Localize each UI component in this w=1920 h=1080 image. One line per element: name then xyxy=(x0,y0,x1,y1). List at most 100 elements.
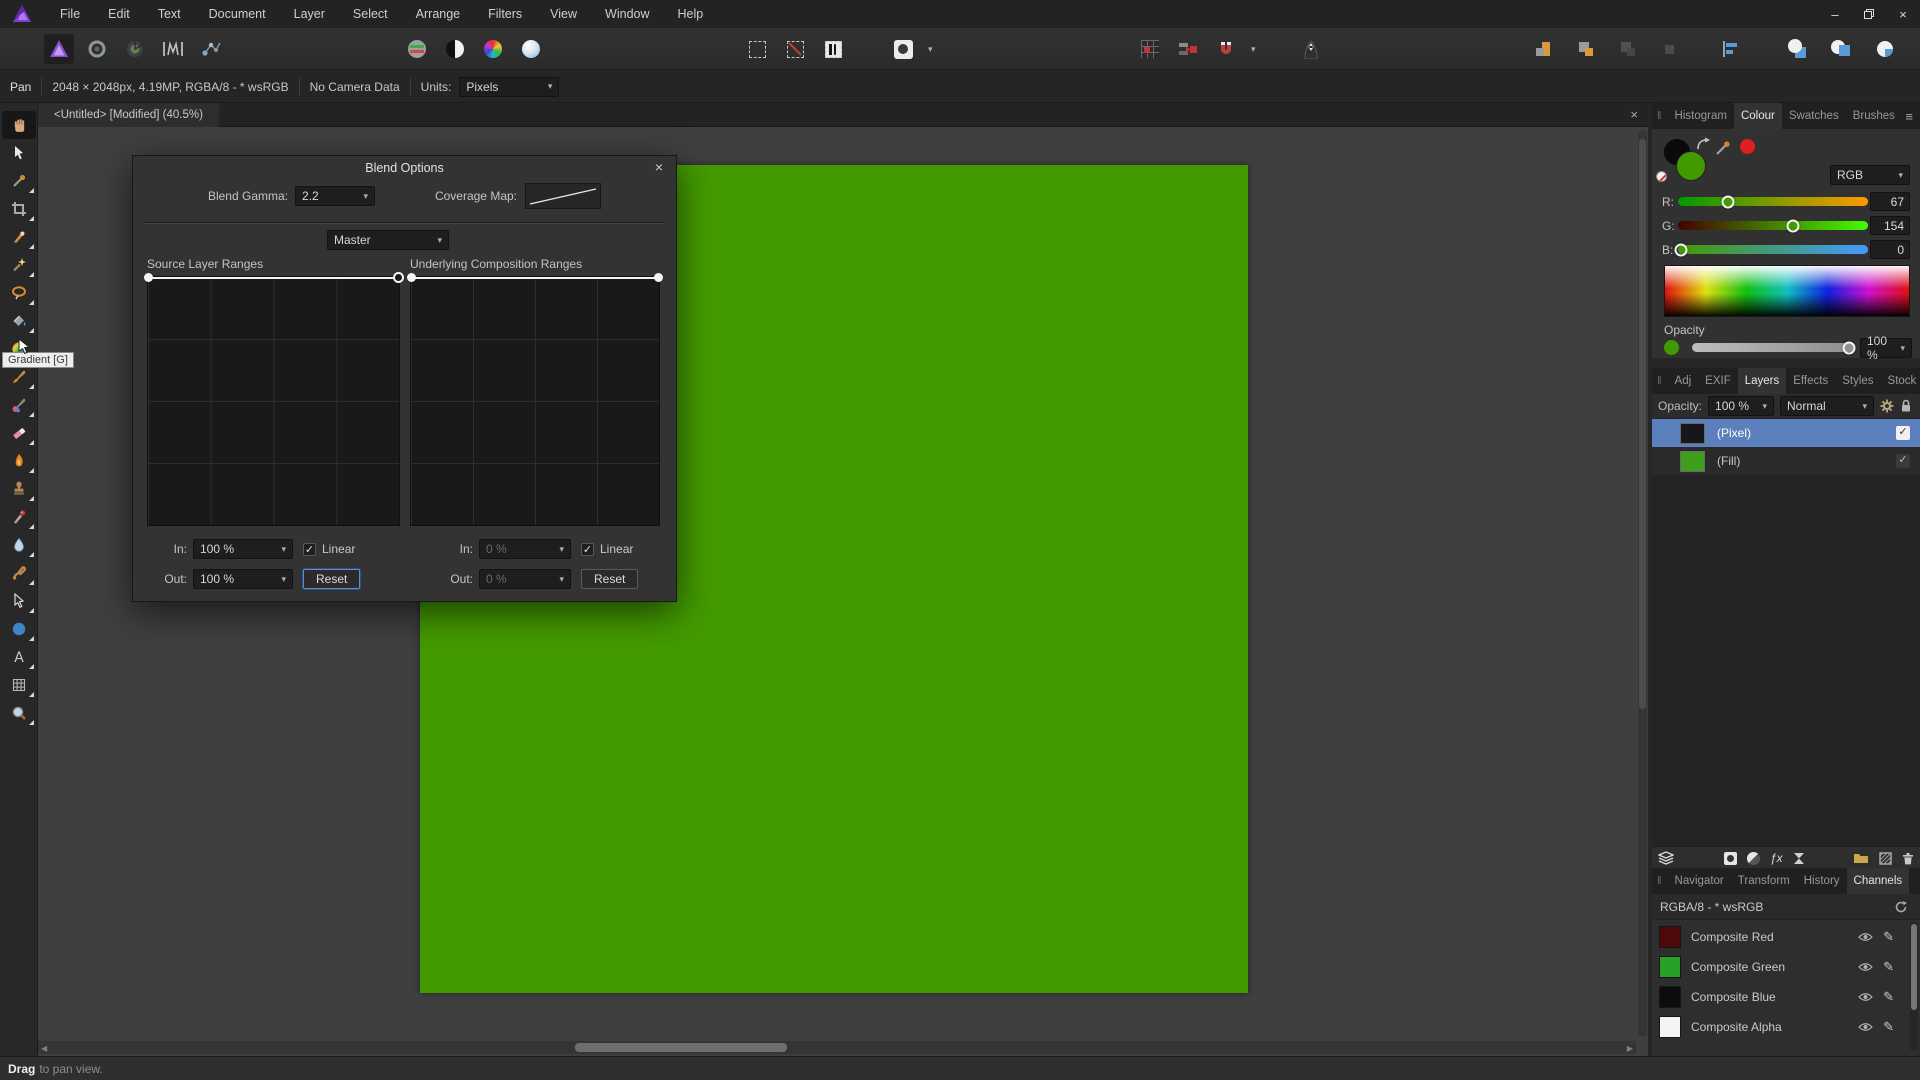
visibility-eye-icon[interactable] xyxy=(1858,932,1873,942)
tab-brushes[interactable]: Brushes xyxy=(1846,103,1902,129)
close-button[interactable]: × xyxy=(1886,0,1920,28)
channels-scrollbar[interactable] xyxy=(1910,922,1918,1050)
channel-row-red[interactable]: Composite Red ✎ xyxy=(1652,922,1920,952)
green-slider-handle[interactable] xyxy=(1786,219,1800,232)
tool-view[interactable] xyxy=(2,111,36,139)
underlying-linear-checkbox[interactable]: ✓ xyxy=(581,542,594,556)
boolean-subtract-icon[interactable] xyxy=(1826,34,1856,64)
tool-colour-picker[interactable] xyxy=(2,167,36,195)
move-to-back-icon[interactable] xyxy=(1654,34,1684,64)
panel-menu-icon[interactable]: ≡ xyxy=(1905,109,1913,124)
blend-gamma-dropdown[interactable]: 2.2 ▾ xyxy=(295,186,375,206)
tool-erase-brush[interactable] xyxy=(2,419,36,447)
menu-select[interactable]: Select xyxy=(339,0,402,28)
underlying-handle-left[interactable] xyxy=(407,273,416,282)
panel-grip-icon[interactable]: ‖ xyxy=(1657,375,1662,387)
panel-grip-icon[interactable]: ‖ xyxy=(1657,875,1662,887)
channel-row-green[interactable]: Composite Green ✎ xyxy=(1652,952,1920,982)
layer-thumbnail[interactable] xyxy=(1680,422,1705,444)
vertical-scrollbar[interactable] xyxy=(1638,131,1647,1036)
tab-transform[interactable]: Transform xyxy=(1731,868,1797,894)
underlying-out-dropdown[interactable]: 0 % ▾ xyxy=(479,569,571,589)
liquify-persona-icon[interactable] xyxy=(82,34,112,64)
panel-grip-icon[interactable]: ‖ xyxy=(1657,110,1662,122)
opacity-slider[interactable] xyxy=(1692,341,1856,354)
coverage-map-curve[interactable] xyxy=(525,183,601,209)
underlying-reset-button[interactable]: Reset xyxy=(581,569,639,589)
source-linear-checkbox[interactable]: ✓ xyxy=(303,542,316,556)
snapping-caret-icon[interactable]: ▾ xyxy=(1251,44,1256,55)
picked-colour-dot[interactable] xyxy=(1740,139,1755,154)
assistant-icon[interactable] xyxy=(1296,34,1326,64)
no-fill-icon[interactable] xyxy=(1656,171,1667,182)
tab-swatches[interactable]: Swatches xyxy=(1782,103,1846,129)
colour-mode-dropdown[interactable]: RGB ▾ xyxy=(1830,165,1910,185)
move-backward-icon[interactable] xyxy=(1612,34,1642,64)
auto-levels-icon[interactable] xyxy=(402,34,432,64)
boolean-divide-icon[interactable] xyxy=(1870,34,1900,64)
tab-effects[interactable]: Effects xyxy=(1786,368,1835,394)
red-slider[interactable] xyxy=(1678,195,1868,208)
lock-icon[interactable] xyxy=(1900,399,1912,413)
tool-flood-fill[interactable] xyxy=(2,307,36,335)
swap-colours-icon[interactable] xyxy=(1696,137,1712,151)
export-persona-icon[interactable] xyxy=(196,34,226,64)
quick-mask-icon[interactable] xyxy=(888,34,918,64)
visibility-eye-icon[interactable] xyxy=(1858,992,1873,1002)
tool-clone-stamp[interactable] xyxy=(2,475,36,503)
boolean-add-icon[interactable] xyxy=(1782,34,1812,64)
channel-dropdown[interactable]: Master ▾ xyxy=(327,230,449,250)
tool-mesh-warp[interactable] xyxy=(2,671,36,699)
layer-visibility-checkbox[interactable]: ✓ xyxy=(1896,454,1910,468)
magnet-icon[interactable] xyxy=(1211,34,1241,64)
document-tab[interactable]: <Untitled> [Modified] (40.5%) xyxy=(38,102,219,127)
menu-help[interactable]: Help xyxy=(664,0,718,28)
grid-icon[interactable] xyxy=(1135,34,1165,64)
move-forward-icon[interactable] xyxy=(1570,34,1600,64)
tool-selection-brush[interactable] xyxy=(2,223,36,251)
underlying-linear-option[interactable]: ✓ Linear xyxy=(581,542,633,556)
red-value[interactable]: 67 xyxy=(1870,192,1910,211)
primary-colour-well[interactable] xyxy=(1676,151,1706,181)
colour-picker-icon[interactable] xyxy=(1714,139,1732,157)
source-ranges-graph[interactable] xyxy=(144,272,404,526)
blue-slider[interactable] xyxy=(1674,243,1868,256)
layer-thumbnail[interactable] xyxy=(1680,450,1705,472)
source-linear-option[interactable]: ✓ Linear xyxy=(303,542,355,556)
alignment-icon[interactable] xyxy=(1716,34,1746,64)
new-group-folder-icon[interactable] xyxy=(1853,852,1869,864)
tab-exif[interactable]: EXIF xyxy=(1698,368,1738,394)
edit-pencil-icon[interactable]: ✎ xyxy=(1883,1019,1894,1035)
blue-slider-handle[interactable] xyxy=(1674,243,1688,256)
auto-white-balance-icon[interactable] xyxy=(516,34,546,64)
menu-text[interactable]: Text xyxy=(144,0,195,28)
tool-colour-replacement-brush[interactable] xyxy=(2,391,36,419)
underlying-ranges-graph[interactable] xyxy=(407,273,663,526)
minimize-button[interactable]: – xyxy=(1818,0,1852,28)
auto-colour-icon[interactable] xyxy=(478,34,508,64)
tab-adj[interactable]: Adj xyxy=(1668,368,1699,394)
visibility-eye-icon[interactable] xyxy=(1858,1022,1873,1032)
source-handle-right[interactable] xyxy=(393,272,404,283)
green-value[interactable]: 154 xyxy=(1870,216,1910,235)
blend-options-gear-icon[interactable] xyxy=(1880,399,1894,413)
add-mask-icon[interactable] xyxy=(1724,851,1737,865)
tab-history[interactable]: History xyxy=(1797,868,1847,894)
horizontal-scrollbar-thumb[interactable] xyxy=(575,1043,787,1052)
tool-blur-brush[interactable] xyxy=(2,531,36,559)
visibility-eye-icon[interactable] xyxy=(1858,962,1873,972)
dialog-close-icon[interactable]: × xyxy=(650,158,668,176)
restore-button[interactable] xyxy=(1852,0,1886,28)
new-selection-icon[interactable] xyxy=(742,34,772,64)
subtract-selection-icon[interactable] xyxy=(780,34,810,64)
layer-visibility-checkbox[interactable]: ✓ xyxy=(1896,426,1910,440)
edit-pencil-icon[interactable]: ✎ xyxy=(1883,929,1894,945)
add-adjustment-icon[interactable] xyxy=(1747,851,1760,865)
vertical-scrollbar-thumb[interactable] xyxy=(1639,139,1646,709)
layer-row-fill[interactable]: (Fill) ✓ xyxy=(1652,447,1920,475)
add-fx-icon[interactable]: ƒx xyxy=(1770,851,1783,865)
source-in-dropdown[interactable]: 100 % ▾ xyxy=(193,539,293,559)
menu-file[interactable]: File xyxy=(46,0,94,28)
edit-pencil-icon[interactable]: ✎ xyxy=(1883,959,1894,975)
photo-persona-icon[interactable] xyxy=(44,34,74,64)
